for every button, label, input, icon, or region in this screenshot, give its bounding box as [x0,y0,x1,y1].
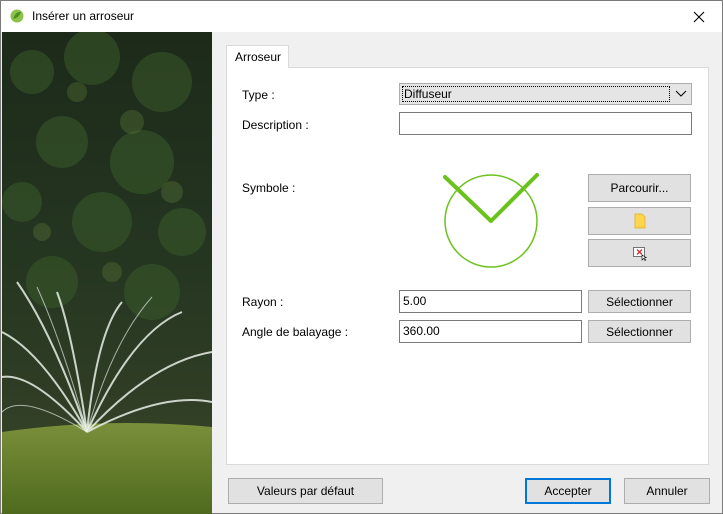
symbol-label: Symbole : [242,181,296,195]
sprinkler-photo [2,32,212,514]
description-field[interactable] [399,112,692,135]
sprinkler-symbol-preview [443,173,539,268]
close-icon [693,11,705,22]
angle-select-button[interactable]: Sélectionner [588,320,691,343]
type-select-value: Diffuseur [402,86,670,102]
dialog-window: Insérer un arroseur Arroseur Type: Diff… [0,0,723,514]
cancel-button[interactable]: Annuler [624,478,710,504]
leaf-icon [10,9,24,23]
window-title: Insérer un arroseur [32,9,135,23]
description-label: Description : [242,118,309,132]
title-bar: Insérer un arroseur [1,1,722,32]
clear-symbol-button[interactable] [588,239,691,267]
type-select[interactable]: Diffuseur [399,83,692,105]
radius-label: Rayon : [242,295,284,309]
chevron-down-icon [675,90,687,97]
type-label: Type : [242,88,275,102]
folder-icon [634,213,645,229]
defaults-button[interactable]: Valeurs par défaut [228,478,383,504]
angle-field[interactable]: 360.00 [399,320,582,343]
radius-field[interactable]: 5.00 [399,290,582,313]
accept-button[interactable]: Accepter [525,478,611,504]
clear-image-icon [632,247,647,261]
browse-button[interactable]: Parcourir... [588,174,691,202]
open-symbol-button[interactable] [588,207,691,235]
close-button[interactable] [676,1,722,32]
radius-select-button[interactable]: Sélectionner [588,290,691,313]
tab-arroseur[interactable]: Arroseur [226,45,289,68]
angle-label: Angle de balayage : [242,325,349,339]
